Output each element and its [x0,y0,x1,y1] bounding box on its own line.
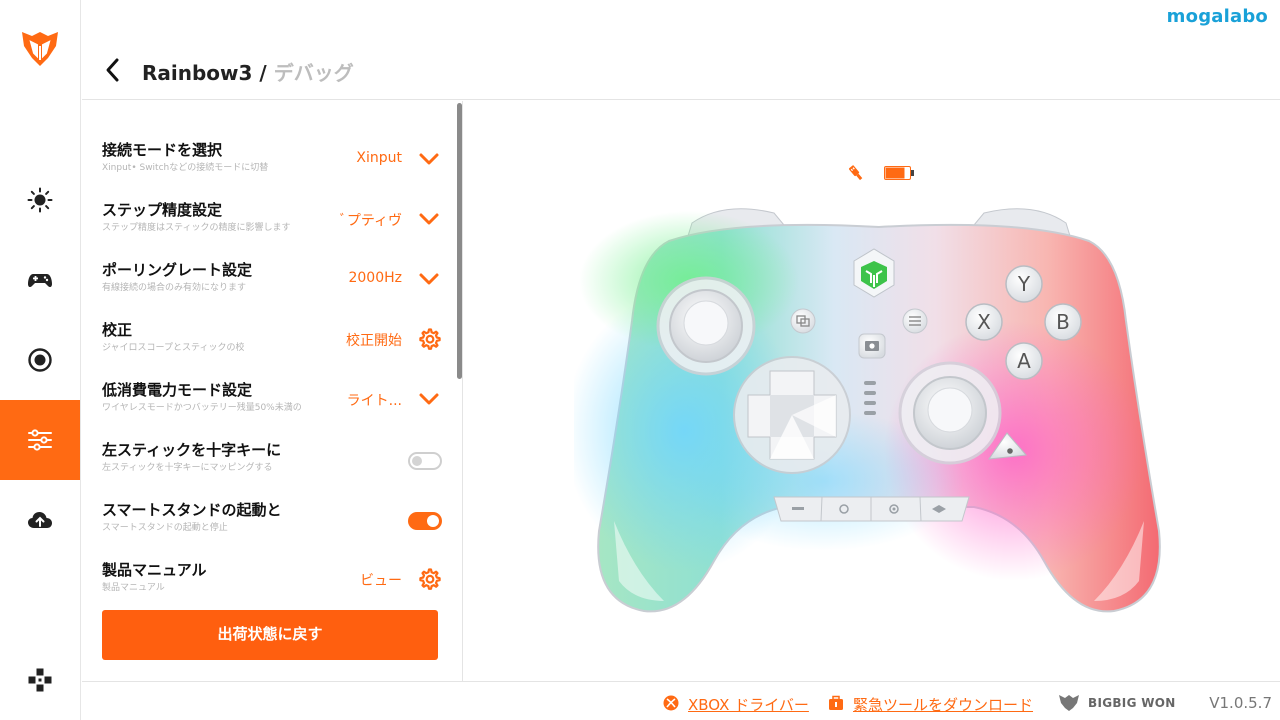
button-a-label: A [1017,349,1031,373]
setting-row-low-power: 低消費電力モード設定 ワイヤレスモードかつバッテリー残量50%未満の ライト..… [102,379,442,439]
setting-row-connection-mode: 接続モードを選択 Xinput• Switchなどの接続モードに切替 Xinpu… [102,139,442,199]
sidebar [0,0,81,720]
chevron-down-icon[interactable] [416,266,442,292]
page-header: Rainbow3 / デバッグ [82,40,1280,100]
brightness-icon [27,187,53,213]
setting-title: 製品マニュアル [102,561,207,579]
sidebar-item-macro[interactable] [0,320,80,400]
sliders-icon [28,429,52,451]
back-arrow-icon[interactable] [102,56,124,84]
setting-subtitle: Xinput• Switchなどの接続モードに切替 [102,163,269,173]
setting-subtitle: 製品マニュアル [102,583,165,593]
breadcrumb-device[interactable]: Rainbow3 [142,61,252,85]
setting-value[interactable]: ビュー [360,570,402,590]
settings-scrollbar[interactable] [457,103,462,379]
setting-title: スマートスタンドの起動と [102,501,282,519]
chevron-down-icon[interactable] [416,386,442,412]
record-icon [28,348,52,372]
setting-subtitle: スマートスタンドの起動と停止 [102,523,228,533]
setting-row-calibration: 校正 ジャイロスコープとスティックの校 校正開始 [102,319,442,379]
xbox-icon [663,695,679,711]
setting-subtitle: 左スティックを十字キーにマッピングする [102,463,273,473]
vendor-name: BIGBIG WON [1088,696,1176,710]
setting-row-step-precision: ステップ精度設定 ステップ精度はスティックの精度に影響します ﾞプティヴ [102,199,442,259]
setting-value[interactable]: ライト... [347,390,402,410]
button-y-label: Y [1017,272,1031,296]
toggle-knob [412,456,422,466]
setting-title: 低消費電力モード設定 [102,381,253,399]
dpad-icon [28,668,52,692]
setting-title: ステップ精度設定 [102,201,223,219]
left-stick-dpad-toggle[interactable] [408,452,442,470]
setting-row-left-stick-dpad: 左スティックを十字キーに 左スティックを十字キーにマッピングする [102,439,442,499]
gear-icon[interactable] [416,326,442,352]
sidebar-item-buttons[interactable] [0,240,80,320]
setting-value[interactable]: ﾞプティヴ [340,210,402,230]
usb-cable-icon [848,165,863,181]
setting-value[interactable]: 2000Hz [348,270,402,286]
toggle-knob [427,515,439,527]
setting-subtitle: ステップ精度はスティックの精度に影響します [102,223,291,233]
factory-reset-button[interactable]: 出荷状態に戻す [102,610,438,660]
setting-subtitle: 有線接続の場合のみ有効になります [102,283,247,293]
app-window: { "brand": "mogalabo", "breadcrumb": { "… [0,0,1280,720]
controller-preview: Y X B A [464,101,1280,681]
gamepad-icon [28,274,52,288]
setting-title: 左スティックを十字キーに [102,441,282,459]
xbox-driver-link[interactable]: XBOX ドライバー [688,694,809,715]
toolbox-icon [829,695,843,710]
setting-subtitle: ワイヤレスモードかつバッテリー残量50%未満の [102,403,302,413]
bigbigwon-icon [1059,695,1079,711]
sidebar-item-firmware[interactable] [0,480,80,560]
controller-image: Y X B A [574,208,1161,613]
chevron-down-icon[interactable] [416,206,442,232]
emergency-tool-link[interactable]: 緊急ツールをダウンロード [853,694,1033,715]
cloud-upload-icon [28,512,52,528]
battery-icon [884,166,914,180]
breadcrumb: Rainbow3 / デバッグ [142,57,354,86]
chevron-down-icon[interactable] [416,146,442,172]
sidebar-item-settings[interactable] [0,400,80,480]
smart-stand-toggle[interactable] [408,512,442,530]
sidebar-item-lighting[interactable] [0,160,80,240]
breadcrumb-page: デバッグ [273,61,354,85]
settings-panel: 接続モードを選択 Xinput• Switchなどの接続モードに切替 Xinpu… [82,101,463,681]
button-x-label: X [977,310,991,334]
setting-subtitle: ジャイロスコープとスティックの校 [102,343,245,353]
setting-value[interactable]: 校正開始 [346,330,402,350]
bigbigwon-logo [22,32,58,66]
sidebar-item-device[interactable] [0,640,80,720]
button-b-label: B [1056,310,1070,334]
brand-logo: mogalabo [1166,6,1268,27]
setting-title: 接続モードを選択 [102,141,223,159]
breadcrumb-separator: / [259,61,267,85]
version-label: V1.0.5.7 [1209,694,1272,712]
setting-title: 校正 [102,321,133,339]
setting-title: ポーリングレート設定 [102,261,253,279]
gear-icon[interactable] [416,566,442,592]
setting-row-polling-rate: ポーリングレート設定 有線接続の場合のみ有効になります 2000Hz [102,259,442,319]
setting-row-smart-stand: スマートスタンドの起動と スマートスタンドの起動と停止 [102,499,442,559]
setting-value[interactable]: Xinput [356,150,402,166]
footer: XBOX ドライバー 緊急ツールをダウンロード BIGBIG WON V1.0.… [82,681,1280,720]
